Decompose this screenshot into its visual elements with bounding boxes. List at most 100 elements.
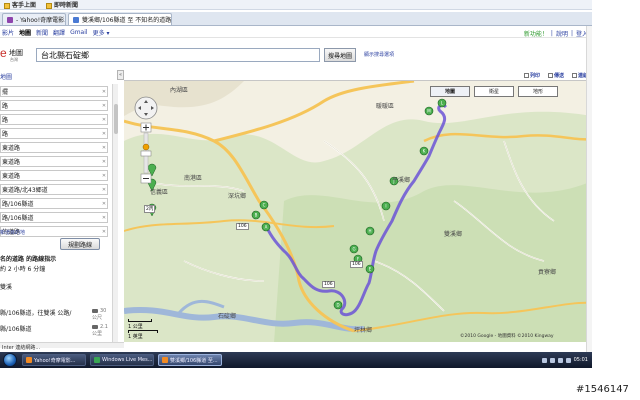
start-button[interactable] — [3, 353, 17, 367]
waypoint-row[interactable]: 擺 ✕ — [0, 86, 108, 97]
scale-bar: 1 公里 1 英里 — [128, 319, 158, 340]
remove-icon[interactable]: ✕ — [101, 229, 107, 235]
remove-icon[interactable]: ✕ — [101, 131, 107, 137]
maps-icon — [73, 16, 79, 23]
road-number: 2丙 — [144, 205, 156, 213]
messenger-icon — [94, 357, 100, 363]
collapse-panel-icon[interactable]: « — [117, 70, 124, 80]
add-destination-link[interactable]: 新增目的地 — [0, 229, 25, 236]
send-link[interactable]: 傳送 — [547, 72, 564, 79]
get-directions-button[interactable]: 規劃路線 — [60, 238, 100, 250]
favorites-item[interactable]: 即時新聞 — [46, 0, 78, 9]
waypoint-row[interactable]: 路 ✕ — [0, 128, 108, 139]
directions-panel: 擺 ✕ 路 ✕ 路 ✕ 路 ✕ 東道路 ✕ 東道路 ✕ 東道路 ✕ 東道路/北43郷道 ✕ 路/… — [0, 84, 112, 354]
marker-label: A — [265, 225, 268, 230]
map-header: 列印 傳送 連結 — [124, 70, 592, 80]
street-view-pegman-icon[interactable] — [142, 143, 150, 151]
map-type-terrain-button[interactable]: 地形 — [518, 86, 558, 97]
remove-icon[interactable]: ✕ — [101, 145, 107, 151]
nav-news[interactable]: 新聞 — [36, 28, 48, 37]
search-options-link[interactable]: 顯示搜尋選項 — [364, 51, 394, 58]
camera-icon[interactable] — [92, 324, 98, 329]
camera-icon[interactable] — [92, 308, 98, 313]
maps-home-link[interactable]: 地圖 — [0, 72, 12, 81]
waypoint-row[interactable]: 東道路/北43郷道 ✕ — [0, 184, 108, 195]
marker-label: M — [427, 109, 431, 114]
network-icon[interactable] — [541, 357, 547, 363]
nav-translate[interactable]: 翻譯 — [53, 28, 65, 37]
google-maps-logo[interactable]: e 地圖 台灣 — [0, 46, 34, 64]
route-step[interactable]: 縣/106縣道，往雙溪 公路/ — [0, 308, 71, 317]
taskbar-item-maps[interactable]: 雙溪鄉/106縣道 至... — [158, 354, 222, 366]
route-title: 名的道路 的路線指示 — [0, 256, 57, 263]
new-features-link[interactable]: 新功能！ — [524, 29, 548, 38]
help-link[interactable]: 說明 — [556, 29, 568, 38]
marker-label: G — [352, 247, 355, 252]
town-label: 平溪鄉 — [392, 177, 411, 184]
map-type-satellite-button[interactable]: 衛星 — [474, 86, 514, 97]
yahoo-icon — [7, 16, 13, 23]
panel-scrollbar[interactable] — [112, 84, 118, 344]
nav-gmail[interactable]: Gmail — [70, 29, 88, 36]
google-nav: 影片 地圖 新聞 翻譯 Gmail 更多 ▾ — [0, 28, 592, 38]
waypoint-row[interactable]: 東道路 ✕ — [0, 142, 108, 153]
rss-icon — [46, 2, 53, 9]
remove-icon[interactable]: ✕ — [101, 103, 107, 109]
favorites-item[interactable]: 客手上面 — [4, 0, 36, 9]
map-graphic: M L K J I H G F E D C B A — [124, 81, 592, 342]
waypoint-row[interactable]: 東道路 ✕ — [0, 170, 108, 181]
tab-google-maps[interactable]: 雙溪鄉/106縣道 至 不知名的道路 - ... ✕ — [68, 13, 172, 25]
nav-more[interactable]: 更多 ▾ — [93, 28, 110, 37]
waypoint-row[interactable]: 路/106縣道 ✕ — [0, 212, 108, 223]
tab-bar: - Yahoo!奇摩電影... 雙溪鄉/106縣道 至 不知名的道路 - ...… — [0, 12, 592, 26]
link-icon — [571, 72, 577, 78]
nav-maps[interactable]: 地圖 — [19, 28, 31, 37]
print-icon — [523, 72, 529, 78]
map-canvas[interactable]: M L K J I H G F E D C B A 地圖 衛星 地形 內湖區 南… — [124, 80, 592, 342]
road-number: 106 — [322, 281, 335, 288]
town-label: 石碇鄉 — [218, 313, 237, 320]
taskbar-item-yahoo[interactable]: Yahoo!奇摩電影... — [22, 354, 86, 366]
status-text: Inter 連結網路... — [2, 345, 41, 351]
remove-icon[interactable]: ✕ — [101, 159, 107, 165]
zoom-slider-handle[interactable] — [140, 150, 152, 157]
town-label: 暖暖區 — [376, 103, 395, 110]
search-input[interactable] — [36, 48, 320, 62]
road-number: 106 — [350, 261, 363, 268]
marker-label: B — [255, 213, 258, 218]
route-step[interactable]: 縣/106縣道 — [0, 324, 31, 333]
security-icon[interactable] — [565, 357, 571, 363]
waypoint-row[interactable]: 路/106縣道 ✕ — [0, 198, 108, 209]
waypoint-row[interactable]: 東道路 ✕ — [0, 156, 108, 167]
tab-yahoo[interactable]: - Yahoo!奇摩電影... — [2, 13, 66, 25]
volume-icon[interactable] — [549, 357, 555, 363]
remove-icon[interactable]: ✕ — [101, 187, 107, 193]
system-tray: 05:01 — [541, 352, 588, 368]
messenger-tray-icon[interactable] — [557, 357, 563, 363]
map-type-map-button[interactable]: 地圖 — [430, 86, 470, 97]
taskbar-item-messenger[interactable]: Windows Live Mes... — [90, 354, 154, 366]
marker-label: K — [423, 149, 426, 154]
step-distance: 30 公尺 — [92, 308, 107, 321]
watermark: #1546147 — [576, 384, 629, 395]
search-maps-button[interactable]: 搜尋地圖 — [324, 48, 356, 62]
clock[interactable]: 05:01 — [574, 357, 588, 363]
screenshot: 客手上面 即時新聞 - Yahoo!奇摩電影... 雙溪鄉/106縣道 至 不知… — [0, 0, 592, 368]
town-label: 深坑鄉 — [228, 193, 247, 200]
print-link[interactable]: 列印 — [523, 72, 540, 79]
windows-taskbar: Yahoo!奇摩電影... Windows Live Mes... 雙溪鄉/10… — [0, 352, 592, 368]
town-label: 雙溪鄉 — [444, 231, 463, 238]
remove-icon[interactable]: ✕ — [101, 173, 107, 179]
remove-icon[interactable]: ✕ — [101, 215, 107, 221]
remove-icon[interactable]: ✕ — [101, 89, 107, 95]
remove-icon[interactable]: ✕ — [101, 117, 107, 123]
marker-label: H — [368, 229, 371, 234]
waypoint-row[interactable]: 路 ✕ — [0, 100, 108, 111]
star-icon — [4, 2, 10, 9]
remove-icon[interactable]: ✕ — [101, 201, 107, 207]
page-scrollbar[interactable] — [586, 26, 592, 352]
waypoint-row[interactable]: 路 ✕ — [0, 114, 108, 125]
browser-icon — [26, 357, 32, 363]
nav-videos[interactable]: 影片 — [2, 28, 14, 37]
scrollbar-thumb[interactable] — [114, 104, 118, 134]
